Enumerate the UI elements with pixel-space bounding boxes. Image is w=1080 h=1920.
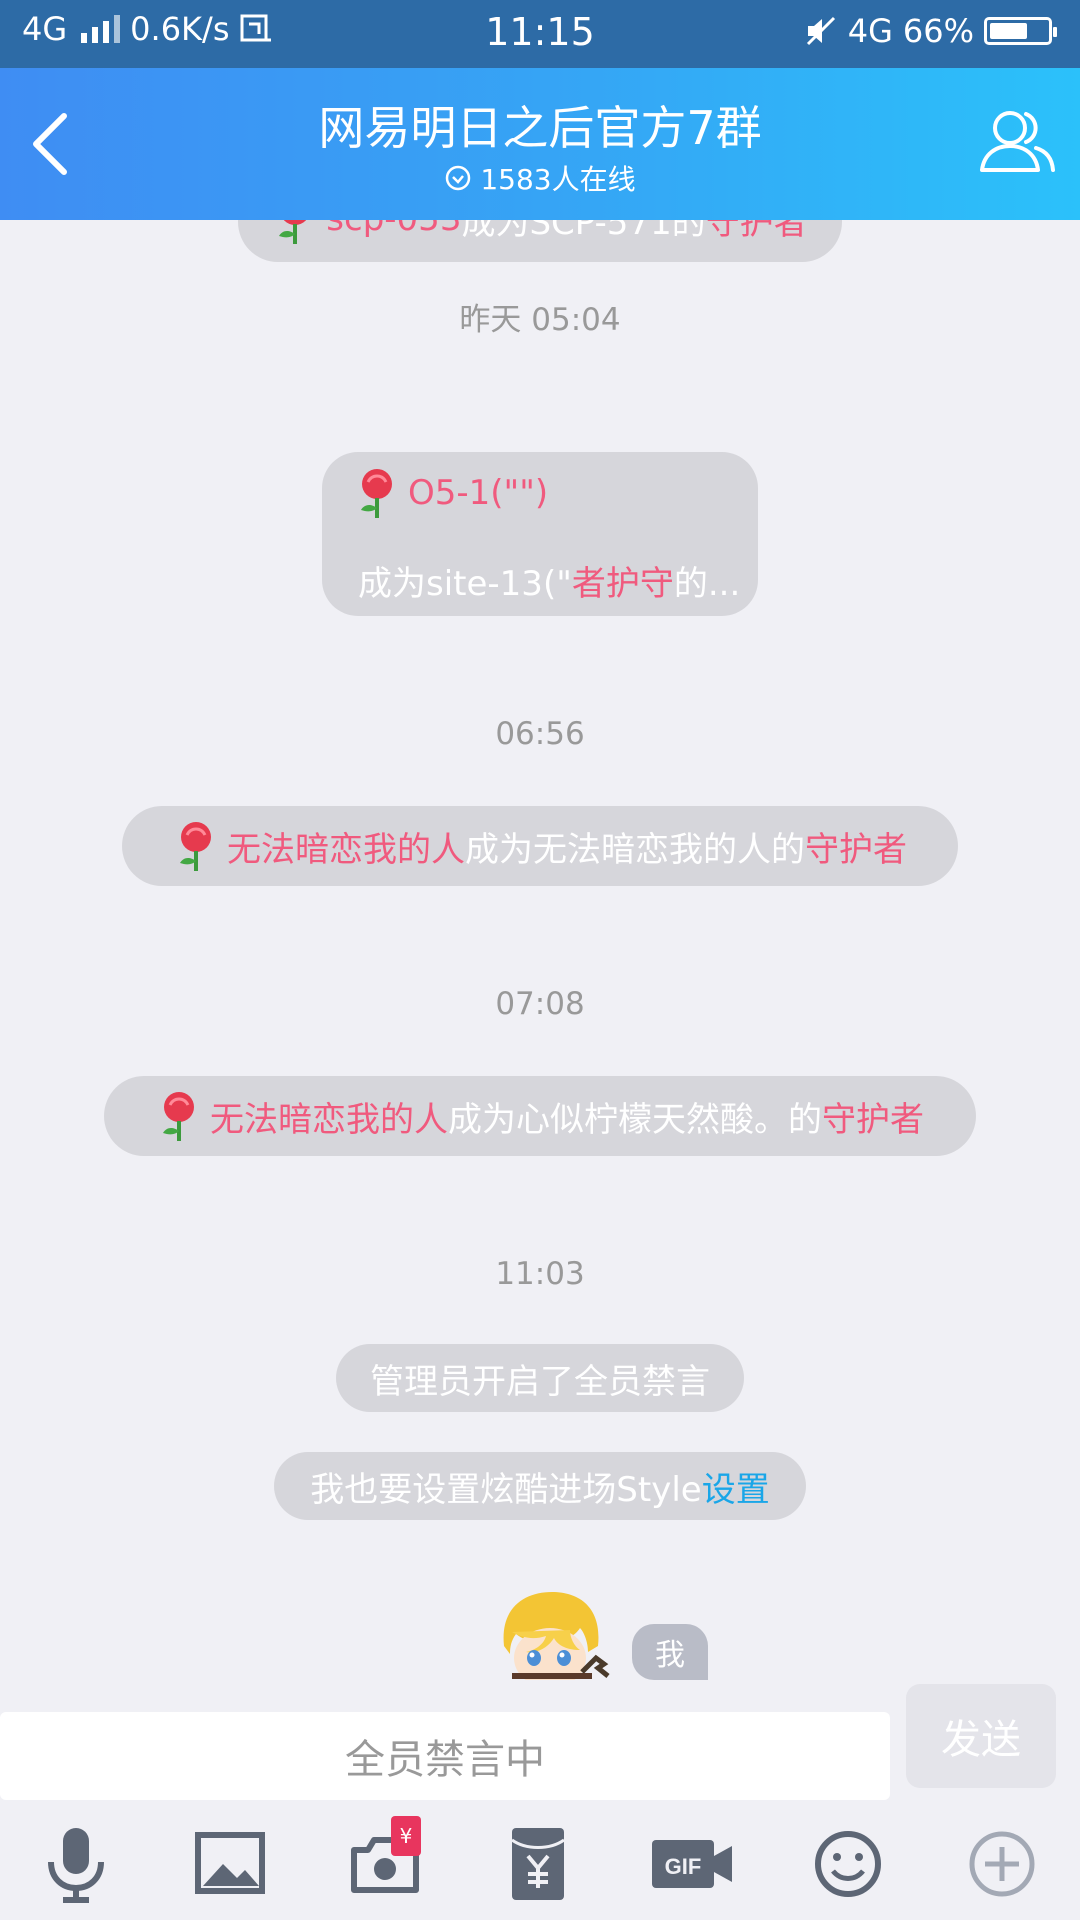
- red-packet-button[interactable]: [498, 1824, 578, 1904]
- input-placeholder: 全员禁言中: [345, 1737, 545, 1783]
- style-notice-text: 我也要设置炫酷进场Style: [310, 1469, 702, 1510]
- timestamp: 昨天 05:04: [459, 302, 621, 338]
- image-icon: [195, 1832, 265, 1894]
- red-packet-icon: [511, 1828, 565, 1900]
- online-count-text: 1583人在线: [480, 163, 636, 196]
- settings-link[interactable]: 设置: [702, 1462, 770, 1511]
- microphone-icon: [48, 1828, 104, 1903]
- smiley-icon: [815, 1831, 881, 1897]
- system-message-card: O5-1("") 成为site-13("者护守的...: [322, 452, 758, 616]
- group-members-icon: [980, 111, 1055, 172]
- style-notice: 我也要设置炫酷进场Style 设置: [274, 1452, 806, 1520]
- rose-icon: [279, 220, 307, 244]
- timestamp: 06:56: [495, 716, 585, 752]
- system-message-partial: scp-053成为SCP-571的守护者: [238, 220, 842, 262]
- guardian-text: 守护者: [822, 1099, 924, 1140]
- mute-notice: 管理员开启了全员禁言: [336, 1344, 744, 1412]
- camera-button[interactable]: ¥: [345, 1816, 425, 1904]
- timestamp: 11:03: [495, 1256, 585, 1292]
- ellipsis-text: 的...: [673, 564, 741, 604]
- image-button[interactable]: [190, 1824, 270, 1904]
- system-message: 无法暗恋我的人 成为心似柠檬天然酸。的 守护者: [104, 1076, 976, 1156]
- gif-label: GIF: [665, 1854, 702, 1879]
- message-input[interactable]: 全员禁言中: [0, 1712, 890, 1800]
- more-button[interactable]: [962, 1824, 1042, 1904]
- check-circle-icon: [446, 165, 471, 191]
- network-type-right: 4G: [847, 12, 893, 50]
- mute-icon: [806, 16, 835, 46]
- rose-icon: [163, 1092, 194, 1141]
- system-text: 成为site-13(": [358, 564, 572, 604]
- group-members-button[interactable]: [976, 102, 1058, 184]
- emoji-button[interactable]: [808, 1824, 888, 1904]
- gif-button[interactable]: GIF: [650, 1824, 736, 1904]
- guardian-text: 者护守: [571, 564, 674, 604]
- send-button[interactable]: 发送: [906, 1684, 1056, 1788]
- chat-area[interactable]: scp-053成为SCP-571的守护者 昨天 05:04 O5-1("") 成…: [0, 220, 1080, 1680]
- user-name[interactable]: O5-1(""): [408, 473, 548, 513]
- voice-button[interactable]: [36, 1824, 116, 1904]
- system-message: 无法暗恋我的人 成为无法暗恋我的人的 守护者: [122, 806, 958, 886]
- send-label: 发送: [941, 1717, 1021, 1763]
- guardian-text: 守护者: [805, 829, 907, 870]
- battery-icon: [984, 17, 1057, 45]
- gif-icon: GIF: [652, 1840, 732, 1888]
- timestamp: 07:08: [495, 986, 585, 1022]
- rose-icon: [180, 822, 211, 871]
- battery-fill: [990, 23, 1027, 39]
- chat-header: 网易明日之后官方7群 1583人在线: [0, 68, 1080, 220]
- toolbar: ¥ GIF: [0, 1800, 1080, 1920]
- system-text: 成为心似柠檬天然酸。的: [448, 1099, 822, 1140]
- status-bar: 4G 0.6K/s 11:15 4G 66%: [0, 0, 1080, 68]
- plus-circle-icon: [969, 1831, 1035, 1897]
- user-name[interactable]: 无法暗恋我的人: [210, 1092, 448, 1141]
- status-right: 4G 66%: [804, 12, 1057, 50]
- rose-icon: [361, 469, 392, 518]
- user-name[interactable]: 无法暗恋我的人: [227, 822, 465, 871]
- system-text: 成为SCP-571的: [461, 220, 706, 243]
- mute-notice-text: 管理员开启了全员禁言: [370, 1361, 710, 1402]
- message-text: 我: [655, 1638, 685, 1673]
- avatar[interactable]: [482, 1588, 622, 1680]
- card-line1: O5-1(""): [354, 466, 548, 520]
- user-name[interactable]: scp-053: [326, 220, 461, 239]
- group-title: 网易明日之后官方7群: [318, 101, 762, 155]
- card-line2: 成为site-13("者护守的...: [358, 556, 740, 605]
- avatar-image: [503, 1592, 610, 1680]
- battery-percent: 66%: [902, 12, 974, 50]
- input-bar: 全员禁言中 发送: [0, 1680, 1080, 1800]
- message-bubble[interactable]: 我: [632, 1624, 708, 1680]
- system-text: 成为无法暗恋我的人的: [465, 829, 805, 870]
- guardian-text: 守护者: [705, 220, 808, 243]
- red-packet-badge: ¥: [391, 1816, 421, 1856]
- online-count: 1583人在线: [0, 158, 1080, 198]
